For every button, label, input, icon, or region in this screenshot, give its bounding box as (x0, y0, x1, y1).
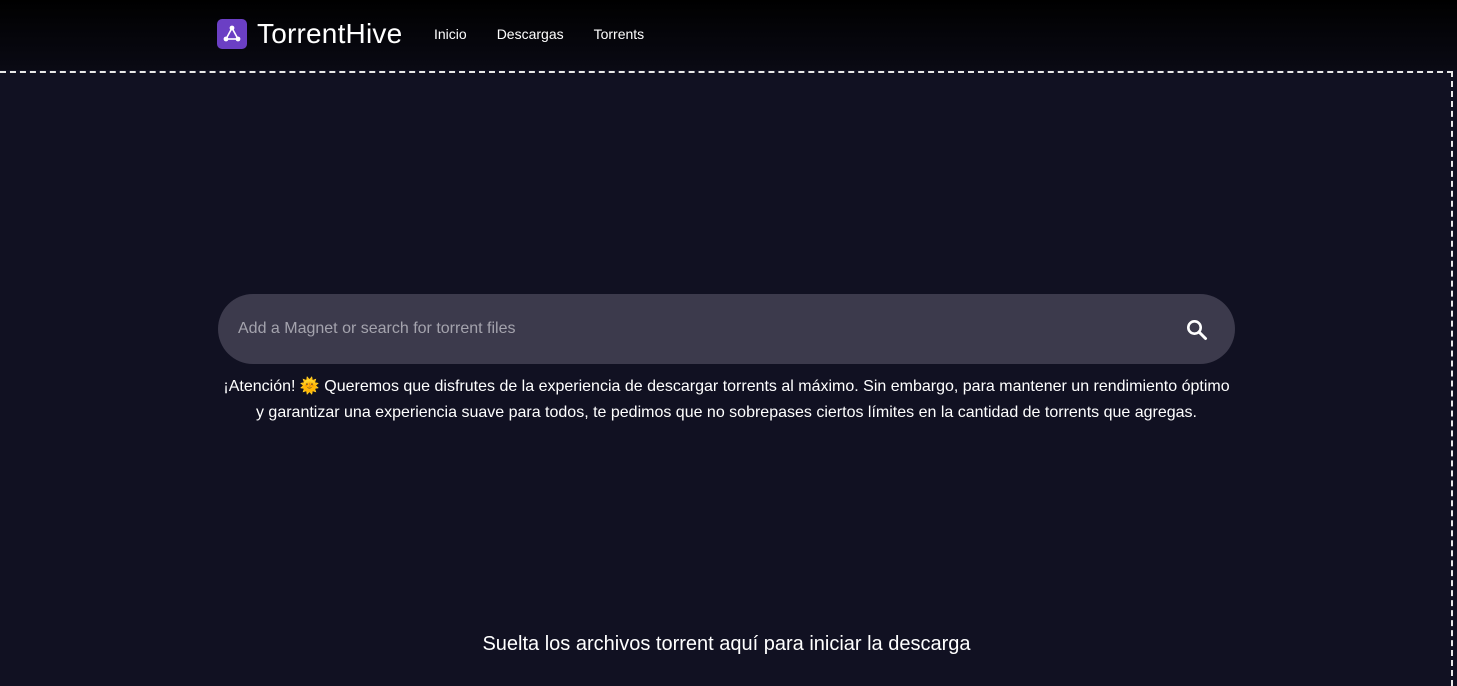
search-button[interactable] (1184, 317, 1210, 343)
main-nav: Inicio Descargas Torrents (434, 25, 674, 43)
brand-link[interactable]: TorrentHive (217, 19, 402, 49)
nav-link-inicio[interactable]: Inicio (434, 25, 467, 43)
attention-notice: ¡Atención! 🌞 Queremos que disfrutes de l… (223, 378, 1230, 421)
magnet-search-input[interactable] (238, 294, 1168, 364)
search-icon (1187, 320, 1207, 340)
brand-name: TorrentHive (257, 18, 403, 49)
top-navbar: TorrentHive Inicio Descargas Torrents (0, 0, 1457, 70)
dropzone-label: Suelta los archivos torrent aquí para in… (482, 633, 971, 655)
nav-link-torrents[interactable]: Torrents (594, 25, 645, 43)
share-nodes-icon (217, 19, 247, 49)
nav-link-descargas[interactable]: Descargas (497, 25, 564, 43)
search-bar (218, 294, 1235, 364)
